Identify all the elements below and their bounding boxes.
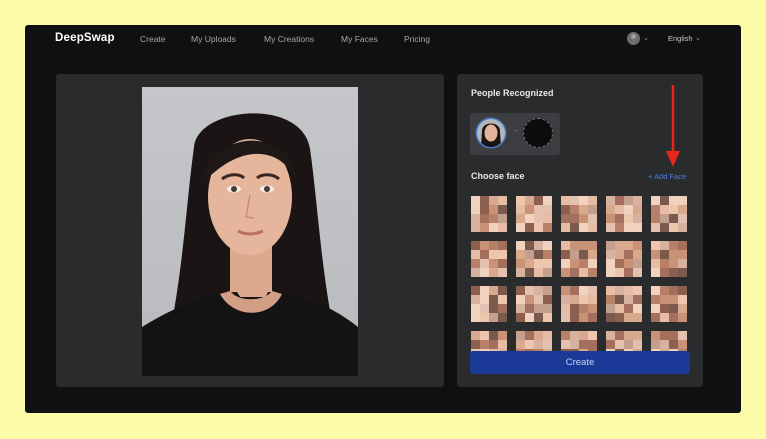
app-window: DeepSwap Create My Uploads My Creations … xyxy=(25,25,741,413)
red-annotation-arrow xyxy=(666,85,680,167)
